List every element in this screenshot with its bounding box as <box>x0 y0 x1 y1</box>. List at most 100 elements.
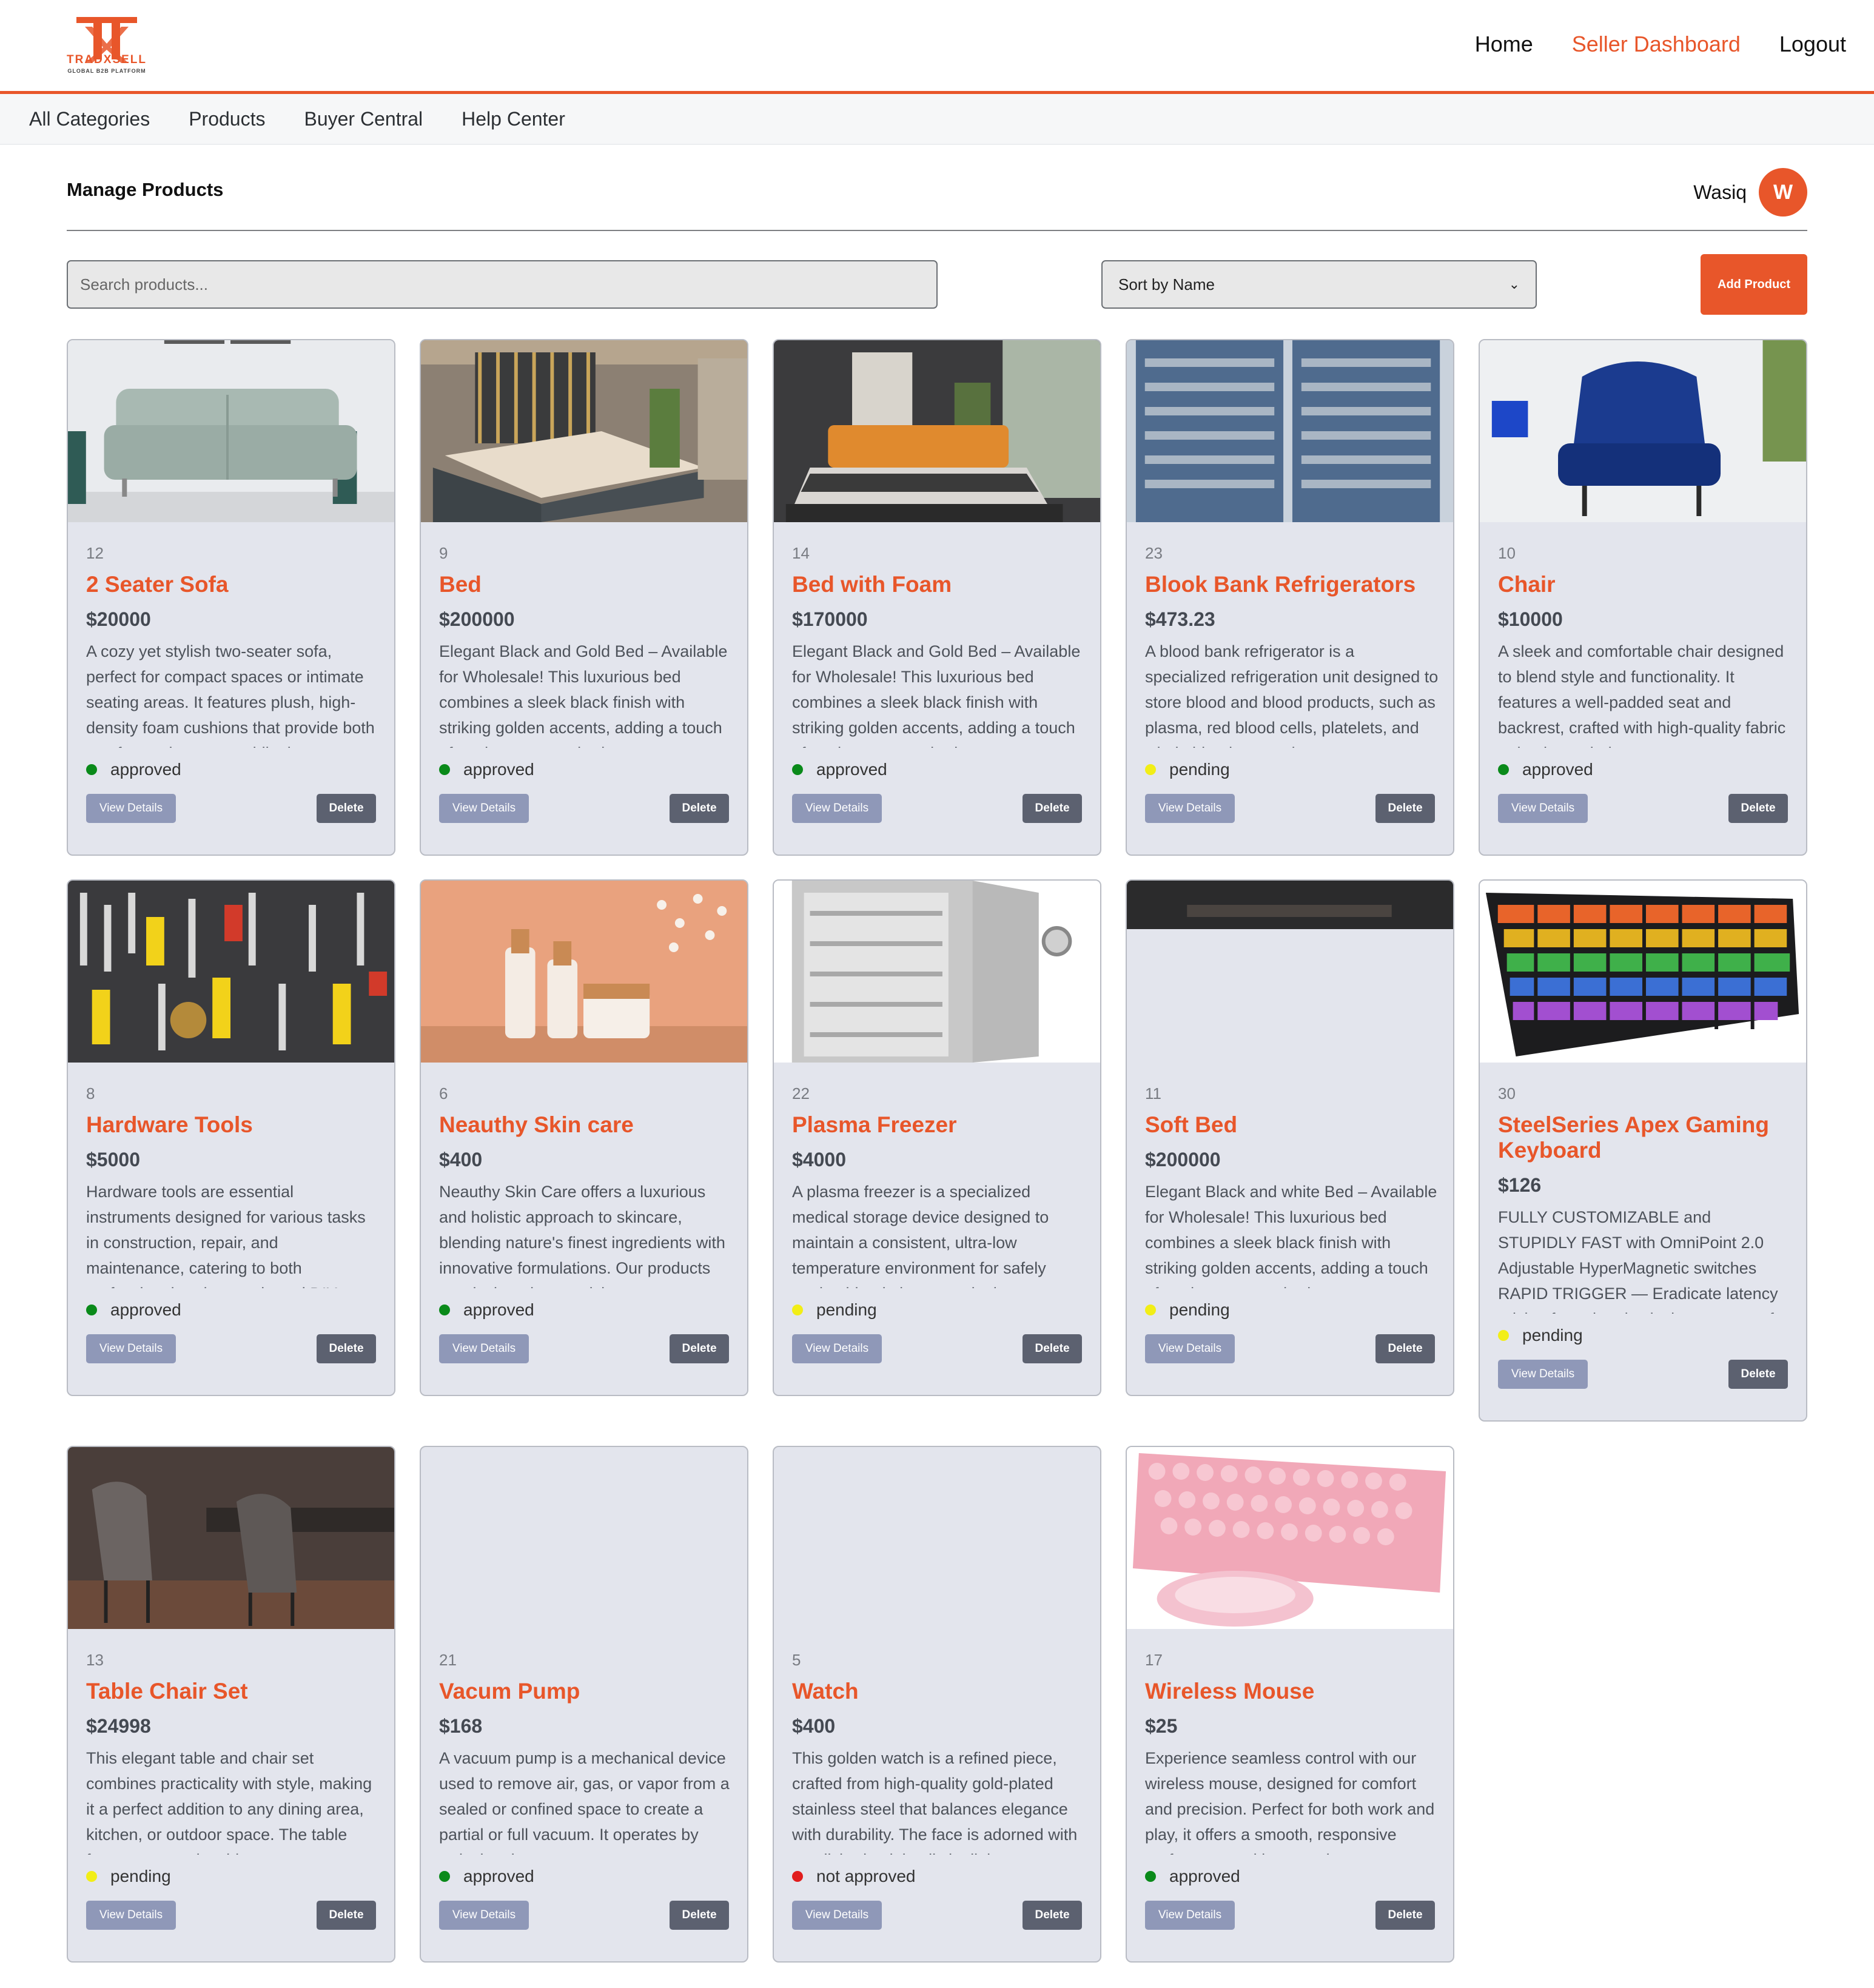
product-name: Bed with Foam <box>792 572 952 597</box>
delete-button[interactable]: Delete <box>1375 1334 1435 1363</box>
add-product-button[interactable]: Add Product <box>1701 254 1807 315</box>
view-details-button[interactable]: View Details <box>1498 794 1588 823</box>
product-status: approved <box>86 760 181 779</box>
product-id: 12 <box>86 544 104 562</box>
product-price: $4000 <box>792 1149 846 1170</box>
status-dot-icon <box>1145 1871 1156 1882</box>
status-label: approved <box>1522 760 1593 779</box>
status-label: not approved <box>816 1867 916 1886</box>
product-id: 14 <box>792 544 810 562</box>
product-price: $10000 <box>1498 608 1563 630</box>
product-description: Elegant Black and white Bed – Available … <box>1145 1183 1437 1288</box>
view-details-button[interactable]: View Details <box>792 1334 882 1363</box>
view-details-button[interactable]: View Details <box>86 794 176 823</box>
delete-button[interactable]: Delete <box>1023 1901 1082 1930</box>
product-card: 21 Vacum Pump $168 A vacuum pump is a mecha… <box>420 1446 748 1963</box>
product-price: $400 <box>439 1149 483 1170</box>
nav-home-link[interactable]: Home <box>1475 32 1533 57</box>
view-details-button[interactable]: View Details <box>1145 1334 1235 1363</box>
delete-button[interactable]: Delete <box>1375 1901 1435 1930</box>
search-input[interactable] <box>67 260 938 309</box>
product-name: Table Chair Set <box>86 1679 248 1704</box>
status-label: pending <box>110 1867 171 1886</box>
product-id: 22 <box>792 1084 810 1103</box>
product-card: 30 SteelSeries Apex Gaming Keyboard $126 FU… <box>1479 879 1807 1422</box>
subnav-products[interactable]: Products <box>189 108 265 130</box>
delete-button[interactable]: Delete <box>670 1334 729 1363</box>
delete-button[interactable]: Delete <box>1728 794 1788 823</box>
site-header: TRADXSELL GLOBAL B2B PLATFORM Home Selle… <box>0 0 1874 94</box>
user-menu[interactable]: Wasiq W <box>1693 168 1807 217</box>
delete-button[interactable]: Delete <box>317 1901 376 1930</box>
status-dot-icon <box>792 764 803 775</box>
view-details-button[interactable]: View Details <box>439 794 529 823</box>
delete-button[interactable]: Delete <box>1023 794 1082 823</box>
product-id: 8 <box>86 1084 95 1103</box>
status-label: approved <box>463 760 534 779</box>
product-image <box>774 1447 1100 1629</box>
product-name: Blook Bank Refrigerators <box>1145 572 1416 597</box>
view-details-button[interactable]: View Details <box>1145 1901 1235 1930</box>
product-status: approved <box>86 1300 181 1320</box>
status-dot-icon <box>1498 1330 1509 1341</box>
product-description: A sleek and comfortable chair designed t… <box>1498 642 1786 748</box>
delete-button[interactable]: Delete <box>317 1334 376 1363</box>
product-name: Chair <box>1498 572 1556 597</box>
product-description: A blood bank refrigerator is a specializ… <box>1145 642 1439 748</box>
view-details-button[interactable]: View Details <box>86 1334 176 1363</box>
delete-button[interactable]: Delete <box>1375 794 1435 823</box>
status-label: approved <box>1169 1867 1240 1886</box>
product-status: pending <box>1498 1326 1583 1345</box>
status-dot-icon <box>792 1305 803 1315</box>
product-status: pending <box>1145 760 1230 779</box>
view-details-button[interactable]: View Details <box>1145 794 1235 823</box>
nav-logout-link[interactable]: Logout <box>1779 32 1846 57</box>
product-image <box>774 881 1100 1063</box>
nav-seller-dashboard-link[interactable]: Seller Dashboard <box>1572 32 1741 57</box>
product-image <box>1127 340 1453 522</box>
status-dot-icon <box>86 1305 97 1315</box>
subnav-help-center[interactable]: Help Center <box>462 108 565 130</box>
delete-button[interactable]: Delete <box>670 1901 729 1930</box>
product-status: approved <box>439 760 534 779</box>
product-price: $473.23 <box>1145 608 1215 630</box>
product-id: 5 <box>792 1651 801 1669</box>
status-dot-icon <box>86 764 97 775</box>
product-status: approved <box>1145 1867 1240 1886</box>
product-status: approved <box>439 1300 534 1320</box>
delete-button[interactable]: Delete <box>1023 1334 1082 1363</box>
status-dot-icon <box>439 1871 450 1882</box>
product-card: 6 Neauthy Skin care $400 Neauthy Skin Care … <box>420 879 748 1396</box>
page-header: Manage Products Wasiq W <box>67 145 1807 231</box>
view-details-button[interactable]: View Details <box>439 1334 529 1363</box>
avatar[interactable]: W <box>1759 168 1807 217</box>
delete-button[interactable]: Delete <box>317 794 376 823</box>
product-status: pending <box>792 1300 877 1320</box>
subnav-buyer-central[interactable]: Buyer Central <box>304 108 423 130</box>
status-label: pending <box>1169 1300 1230 1319</box>
subnav-all-categories[interactable]: All Categories <box>29 108 150 130</box>
delete-button[interactable]: Delete <box>670 794 729 823</box>
status-label: approved <box>110 760 181 779</box>
sort-select[interactable]: Sort by Name ⌄ <box>1101 260 1537 309</box>
product-price: $25 <box>1145 1715 1178 1737</box>
product-id: 17 <box>1145 1651 1163 1669</box>
view-details-button[interactable]: View Details <box>1498 1360 1588 1389</box>
status-label: pending <box>1169 760 1230 779</box>
product-name: Plasma Freezer <box>792 1112 957 1137</box>
chevron-down-icon: ⌄ <box>1508 277 1520 292</box>
view-details-button[interactable]: View Details <box>439 1901 529 1930</box>
product-price: $200000 <box>1145 1149 1221 1170</box>
view-details-button[interactable]: View Details <box>792 794 882 823</box>
delete-button[interactable]: Delete <box>1728 1360 1788 1389</box>
product-description: FULLY CUSTOMIZABLE and STUPIDLY FAST wit… <box>1498 1208 1778 1314</box>
product-image <box>1127 1447 1453 1629</box>
view-details-button[interactable]: View Details <box>792 1901 882 1930</box>
product-price: $168 <box>439 1715 483 1737</box>
view-details-button[interactable]: View Details <box>86 1901 176 1930</box>
status-dot-icon <box>1145 764 1156 775</box>
product-status: pending <box>86 1867 171 1886</box>
status-label: approved <box>816 760 887 779</box>
product-card: 11 Soft Bed $200000 Elegant Black and white… <box>1126 879 1454 1396</box>
product-price: $170000 <box>792 608 868 630</box>
